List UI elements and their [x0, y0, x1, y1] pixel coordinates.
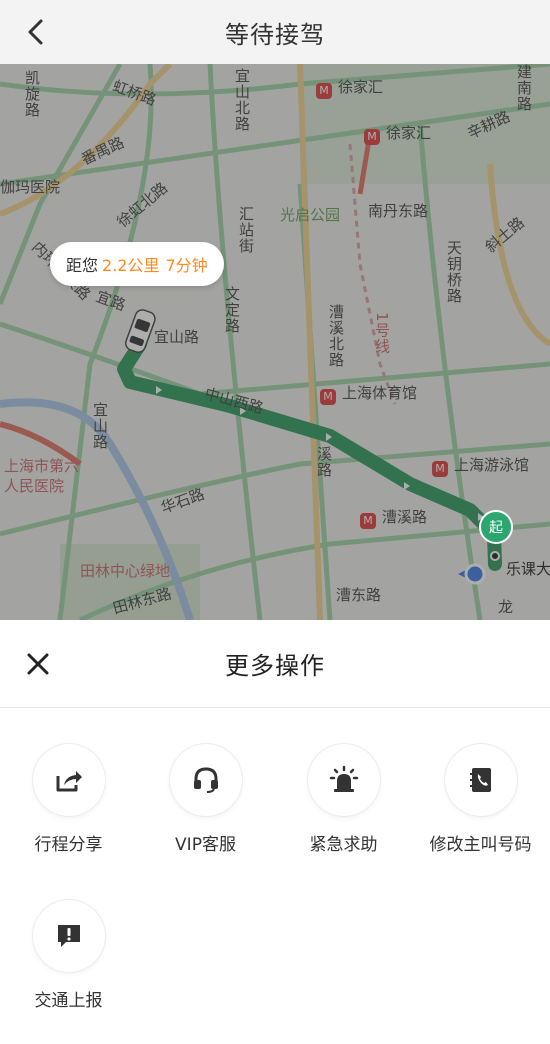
metro-icon: M	[360, 513, 376, 529]
map-label: 南丹东路	[368, 202, 429, 220]
map-label: 宜山路	[154, 328, 200, 346]
emergency-help-button[interactable]: 紧急求助	[275, 744, 412, 855]
close-button[interactable]	[24, 650, 52, 678]
metro-icon: M	[320, 389, 336, 405]
map-label: 溪路	[315, 446, 333, 478]
map-label: M 徐家汇	[316, 76, 383, 99]
share-trip-button[interactable]: 行程分享	[0, 744, 137, 855]
map-label: 漕东路	[336, 586, 382, 604]
action-circle	[169, 744, 242, 816]
map-label: M 上海体育馆	[320, 382, 417, 405]
action-label: 交通上报	[34, 991, 103, 1011]
action-circle	[307, 744, 380, 816]
start-marker: 起	[479, 510, 513, 544]
action-circle	[444, 744, 517, 816]
map-label: 上海市第六人民医院	[4, 457, 80, 495]
action-circle	[32, 900, 105, 972]
map-label: 龙	[498, 598, 514, 616]
action-circle	[32, 744, 105, 816]
eta-distance: 2.2公里	[102, 256, 160, 275]
map-label: 宜山路	[91, 402, 109, 450]
map-label: 宜山北路	[233, 68, 251, 132]
action-label: 行程分享	[34, 835, 103, 855]
traffic-report-button[interactable]: 交通上报	[0, 900, 137, 1011]
map-label: 乐课大	[506, 560, 550, 578]
report-icon	[57, 925, 80, 947]
metro-icon: M	[432, 461, 448, 477]
sheet-title: 更多操作	[225, 652, 325, 680]
top-bar: 等待接驾	[0, 0, 550, 64]
map-label: M 上海游泳馆	[432, 454, 529, 477]
map-label: 文定路	[223, 286, 241, 334]
close-icon	[27, 653, 49, 675]
map-view[interactable]: 凯旋路 虹桥路 宜山北路 M 徐家汇 M 徐家汇 辛耕路 建南路 伽玛医院 番禺路 …	[0, 64, 550, 620]
action-label: 修改主叫号码	[429, 835, 532, 855]
more-actions-sheet: 更多操作 行程分享 VIP客服 紧急求助 修改主叫号码 交通上报	[0, 620, 550, 1044]
map-label: M 漕溪路	[360, 506, 427, 529]
map-label: 天钥桥路	[445, 240, 463, 304]
eta-time: 7分钟	[165, 256, 208, 275]
map-label: 光启公园	[280, 206, 341, 224]
action-label: VIP客服	[175, 835, 236, 855]
map-label: M 徐家汇	[364, 122, 431, 145]
map-label: 漕溪北路	[327, 304, 345, 368]
map-label: 凯旋路	[23, 70, 41, 118]
map-label: 建南路	[515, 64, 533, 112]
share-icon	[56, 771, 82, 792]
map-label: 田林中心绿地	[80, 562, 171, 580]
map-label: 1号线	[373, 312, 391, 355]
sheet-header: 更多操作	[0, 620, 550, 708]
chevron-left-icon	[28, 19, 43, 45]
action-label: 紧急求助	[309, 835, 378, 855]
metro-icon: M	[364, 129, 380, 145]
map-label: 伽玛医院	[0, 178, 61, 196]
siren-icon	[329, 765, 358, 792]
page-title: 等待接驾	[225, 20, 325, 49]
change-caller-number-button[interactable]: 修改主叫号码	[412, 744, 549, 855]
contact-book-icon	[469, 768, 491, 792]
eta-bubble: 距您 2.2公里 7分钟	[50, 242, 224, 286]
eta-prefix: 距您	[66, 256, 99, 275]
headset-icon	[193, 767, 218, 793]
metro-icon: M	[316, 83, 332, 99]
map-label: 汇站街	[237, 206, 255, 254]
vip-service-button[interactable]: VIP客服	[137, 744, 274, 855]
back-button[interactable]	[20, 16, 52, 48]
